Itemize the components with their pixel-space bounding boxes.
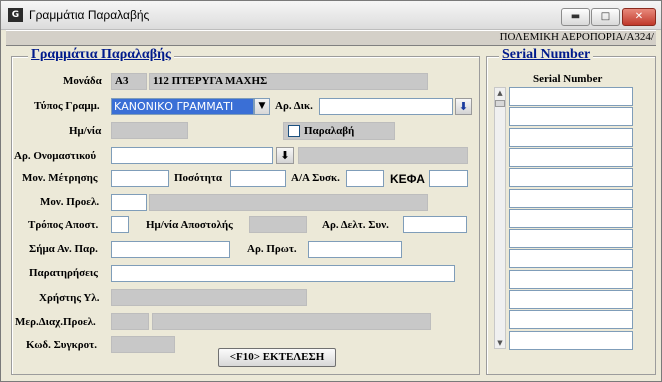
shipping-method-input[interactable]	[111, 216, 129, 233]
title-bar[interactable]: G Γραμμάτια Παραλαβής ▬ □ ✕	[1, 1, 661, 30]
receipt-checkbox-label: Παραλαβή	[304, 125, 355, 137]
close-button[interactable]: ✕	[622, 8, 656, 26]
origin-management-name-field	[152, 313, 431, 330]
protocol-number-label: Αρ. Πρωτ.	[247, 243, 297, 255]
serial-number-input[interactable]	[509, 208, 633, 228]
serial-number-input[interactable]	[509, 310, 633, 330]
scroll-down-icon[interactable]: ▼	[495, 338, 505, 348]
window-title: Γραμμάτια Παραλαβής	[29, 8, 150, 22]
organization-text: ΠΟΛΕΜΙΚΗ ΑΕΡΟΠΟΡΙΑ/Α324/	[499, 31, 654, 43]
shipping-date-field	[249, 216, 307, 233]
measure-unit-input[interactable]	[111, 170, 169, 187]
serial-number-input[interactable]	[509, 127, 633, 147]
date-label: Ημ/νία	[69, 125, 102, 137]
serial-number-column-header: Serial Number	[533, 73, 603, 85]
nominal-number-download-button[interactable]: ⬇	[276, 147, 294, 164]
origin-management-label: Μερ.Διαχ.Προελ.	[15, 316, 96, 328]
maximize-button[interactable]: □	[591, 8, 620, 26]
protocol-number-input[interactable]	[308, 241, 402, 258]
serial-number-input[interactable]	[509, 330, 633, 350]
remarks-input[interactable]	[111, 265, 455, 282]
serial-number-group-title: Serial Number	[499, 47, 594, 63]
doc-number-download-button[interactable]: ⬇	[455, 98, 472, 115]
download-icon: ⬇	[280, 149, 290, 162]
unit-name-field: 112 ΠΤΕΡΥΓΑ ΜΑΧΗΣ	[149, 73, 428, 90]
serial-number-input[interactable]	[509, 290, 633, 309]
device-serial-input[interactable]	[346, 170, 384, 187]
nominal-description-field	[298, 147, 468, 164]
delivery-note-input[interactable]	[403, 216, 467, 233]
receipt-type-label: Τύπος Γραμμ.	[34, 100, 100, 112]
kefa-input[interactable]	[429, 170, 468, 187]
serial-number-input[interactable]	[509, 249, 633, 269]
serial-number-input[interactable]	[509, 107, 633, 127]
signal-input[interactable]	[111, 241, 230, 258]
minimize-button[interactable]: ▬	[561, 8, 590, 26]
doc-number-input[interactable]	[319, 98, 453, 115]
serial-number-input[interactable]	[509, 269, 633, 289]
measure-unit-label: Μον. Μέτρησης	[22, 172, 98, 184]
chevron-down-icon: ▼	[258, 101, 266, 111]
origin-unit-label: Μον. Προελ.	[40, 196, 100, 208]
material-user-label: Χρήστης Υλ.	[39, 292, 100, 304]
material-user-field	[111, 289, 307, 306]
nominal-number-input[interactable]	[111, 147, 273, 164]
kefa-label: ΚΕΦΑ	[390, 172, 425, 186]
serial-number-input[interactable]	[509, 229, 633, 249]
quantity-input[interactable]	[230, 170, 286, 187]
origin-unit-name-field	[149, 194, 428, 211]
unit-code-field: A3	[111, 73, 147, 90]
scroll-thumb[interactable]	[495, 100, 505, 107]
receipt-group-title: Γραμμάτια Παραλαβής	[28, 47, 174, 63]
unit-label: Μονάδα	[63, 75, 102, 87]
serial-number-input[interactable]	[509, 188, 633, 208]
receipt-checkbox[interactable]	[288, 125, 300, 137]
origin-unit-code-input[interactable]	[111, 194, 147, 211]
formation-code-label: Κωδ. Συγκροτ.	[26, 339, 97, 351]
device-serial-label: Α/Α Συσκ.	[291, 172, 340, 184]
app-icon: G	[8, 8, 23, 22]
delivery-note-label: Αρ. Δελτ. Συν.	[322, 219, 389, 231]
shipping-date-label: Ημ/νία Αποστολής	[146, 219, 233, 231]
origin-management-code-field	[111, 313, 149, 330]
nominal-number-label: Αρ. Ονομαστικού	[14, 150, 97, 162]
scroll-up-icon[interactable]: ▲	[495, 88, 505, 98]
execute-button[interactable]: <F10> ΕΚΤΕΛΕΣΗ	[218, 348, 336, 367]
organization-bar: ΠΟΛΕΜΙΚΗ ΑΕΡΟΠΟΡΙΑ/Α324/	[6, 30, 656, 46]
serial-number-input[interactable]	[509, 147, 633, 167]
quantity-label: Ποσότητα	[174, 172, 223, 184]
formation-code-field	[111, 336, 175, 353]
serial-number-input[interactable]	[509, 168, 633, 188]
app-window: G Γραμμάτια Παραλαβής ▬ □ ✕ ΠΟΛΕΜΙΚΗ ΑΕΡ…	[0, 0, 662, 382]
receipt-type-dropdown-button[interactable]: ▼	[254, 98, 270, 115]
serial-number-input[interactable]	[509, 87, 633, 106]
serial-number-scrollbar[interactable]: ▲ ▼	[494, 87, 506, 349]
remarks-label: Παρατηρήσεις	[29, 267, 98, 279]
signal-label: Σήμα Αν. Παρ.	[29, 243, 98, 255]
receipt-type-select[interactable]: ΚΑΝΟΝΙΚΟ ΓΡΑΜΜΑΤΙ	[111, 98, 254, 115]
date-field	[111, 122, 188, 139]
download-icon: ⬇	[458, 100, 469, 113]
shipping-method-label: Τρόπος Αποστ.	[28, 219, 99, 231]
doc-number-label: Αρ. Δικ.	[275, 100, 313, 112]
